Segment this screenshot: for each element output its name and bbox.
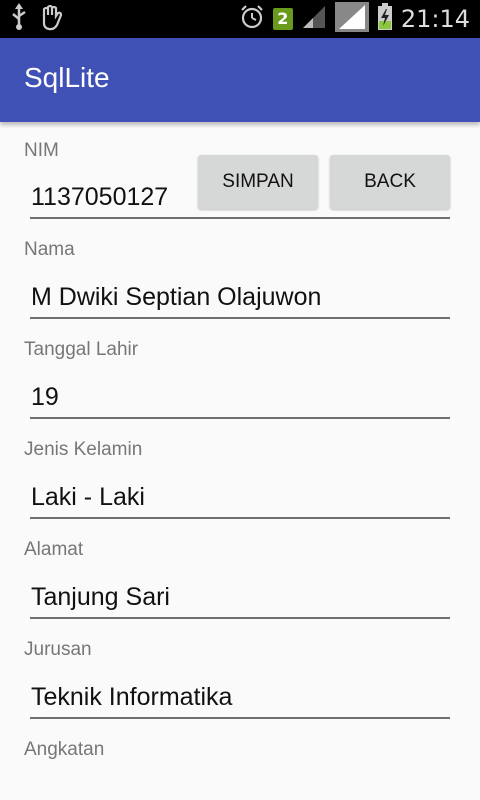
nama-field[interactable]: M Dwiki Septian Olajuwon [31,283,321,312]
jurusan-underline [30,717,450,719]
jenis-kelamin-underline [30,517,450,519]
nim-field[interactable]: 1137050127 [31,183,168,212]
tanggal-lahir-underline [30,417,450,419]
app-title: SqlLite [24,62,110,93]
signal-icon [301,4,327,34]
angkatan-label: Angkatan [24,739,105,760]
alarm-icon [239,4,265,34]
jenis-kelamin-field[interactable]: Laki - Laki [31,483,145,512]
simpan-button[interactable]: SIMPAN [198,155,318,209]
app-bar: SqlLite [0,38,480,122]
alamat-field[interactable]: Tanjung Sari [31,583,170,612]
alamat-label: Alamat [24,539,84,560]
back-button[interactable]: BACK [330,155,450,209]
jurusan-field[interactable]: Teknik Informatika [31,683,232,712]
nim-label: NIM [24,140,59,161]
alamat-underline [30,617,450,619]
jenis-kelamin-label: Jenis Kelamin [24,439,143,460]
tanggal-lahir-label: Tanggal Lahir [24,339,139,360]
battery-charging-icon [377,3,393,35]
notification-badge: 2 [272,8,293,30]
nim-underline [30,217,450,219]
signal-icon [334,2,369,36]
hand-icon [38,3,66,35]
status-bar: 2 21:14 [0,0,480,38]
status-time: 21:14 [400,5,470,33]
nama-label: Nama [24,239,75,260]
nama-underline [30,317,450,319]
jurusan-label: Jurusan [24,639,92,660]
tanggal-lahir-field[interactable]: 19 [31,383,59,412]
usb-icon [10,3,28,35]
